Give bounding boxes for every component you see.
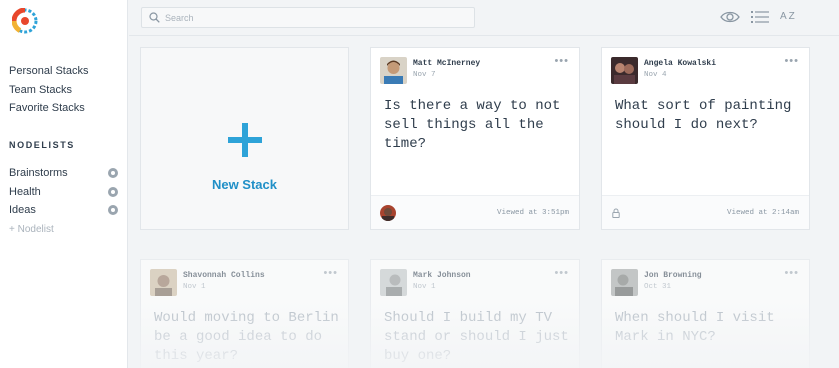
card-footer: Viewed at 2:14am xyxy=(602,195,809,229)
stacks-nav: Personal Stacks Team Stacks Favorite Sta… xyxy=(9,62,121,118)
search-icon xyxy=(149,12,160,23)
search-input[interactable] xyxy=(165,10,465,25)
viewed-timestamp: Viewed at 2:14am xyxy=(726,209,799,217)
avatar xyxy=(611,269,638,296)
author-name: Mark Johnson xyxy=(413,271,471,280)
post-date: Nov 4 xyxy=(644,71,667,79)
author-name: Angela Kowalski xyxy=(644,59,717,68)
new-stack-label: New Stack xyxy=(211,177,278,192)
avatar xyxy=(150,269,177,296)
nodelist-toggle-icon[interactable] xyxy=(108,205,118,215)
stack-card[interactable]: Shavonnah Collins Nov 1 ••• Would moving… xyxy=(140,259,349,368)
nodelist-toggle-icon[interactable] xyxy=(108,186,118,197)
nodelist-label: Ideas xyxy=(9,204,36,216)
nodelist-item-health[interactable]: Health xyxy=(9,183,121,202)
question-text: When should I visit Mark in NYC? xyxy=(615,310,775,345)
question-text: Is there a way to not sell things all th… xyxy=(384,98,561,152)
top-bar: AZ xyxy=(129,0,839,36)
more-options-icon[interactable]: ••• xyxy=(784,267,799,279)
nav-personal-stacks[interactable]: Personal Stacks xyxy=(9,62,121,81)
stack-card[interactable]: Jon Browning Oct 31 ••• When should I vi… xyxy=(601,259,810,368)
avatar xyxy=(380,269,407,296)
eye-icon[interactable] xyxy=(720,9,740,25)
plus-icon xyxy=(228,123,262,157)
stack-card[interactable]: Mark Johnson Nov 1 ••• Should I build my… xyxy=(370,259,580,368)
author-name: Shavonnah Collins xyxy=(183,271,265,280)
question-text: What sort of painting should I do next? xyxy=(615,98,792,133)
card-footer: Viewed at 3:51pm xyxy=(371,195,579,229)
sort-az-button[interactable]: AZ xyxy=(780,11,797,22)
list-view-icon[interactable] xyxy=(750,9,770,25)
more-options-icon[interactable]: ••• xyxy=(554,55,569,67)
post-date: Nov 1 xyxy=(413,283,436,291)
nodelists-heading: NODELISTS xyxy=(9,140,75,150)
search-box[interactable] xyxy=(141,7,475,28)
add-nodelist-link[interactable]: + Nodelist xyxy=(9,220,121,240)
question-text: Would moving to Berlin be a good idea to… xyxy=(154,310,339,364)
post-date: Nov 1 xyxy=(183,283,206,291)
post-date: Nov 7 xyxy=(413,71,436,79)
author-name: Jon Browning xyxy=(644,271,702,280)
viewer-avatar xyxy=(380,205,396,221)
viewed-timestamp: Viewed at 3:51pm xyxy=(496,209,569,217)
stack-card[interactable]: Matt McInerney Nov 7 ••• Is there a way … xyxy=(370,47,580,230)
avatar xyxy=(611,57,638,84)
more-options-icon[interactable]: ••• xyxy=(784,55,799,67)
stack-card[interactable]: Angela Kowalski Nov 4 ••• What sort of p… xyxy=(601,47,810,230)
author-name: Matt McInerney xyxy=(413,59,481,68)
nodelist-item-ideas[interactable]: Ideas xyxy=(9,201,121,220)
new-stack-card[interactable]: New Stack xyxy=(140,47,349,230)
nodelists-list: Brainstorms Health Ideas + Nodelist xyxy=(9,164,121,240)
nodelist-item-brainstorms[interactable]: Brainstorms xyxy=(9,164,121,183)
lock-icon xyxy=(612,208,620,218)
more-options-icon[interactable]: ••• xyxy=(554,267,569,279)
nav-favorite-stacks[interactable]: Favorite Stacks xyxy=(9,99,121,118)
question-text: Should I build my TV stand or should I j… xyxy=(384,310,569,364)
post-date: Oct 31 xyxy=(644,283,672,291)
nodelist-label: Health xyxy=(9,185,41,198)
nodelist-toggle-icon[interactable] xyxy=(108,168,118,178)
app-logo-icon[interactable] xyxy=(12,8,38,34)
nodelist-label: Brainstorms xyxy=(9,167,68,179)
more-options-icon[interactable]: ••• xyxy=(323,267,338,279)
sidebar: Personal Stacks Team Stacks Favorite Sta… xyxy=(0,0,128,368)
avatar xyxy=(380,57,407,84)
nav-team-stacks[interactable]: Team Stacks xyxy=(9,81,121,100)
